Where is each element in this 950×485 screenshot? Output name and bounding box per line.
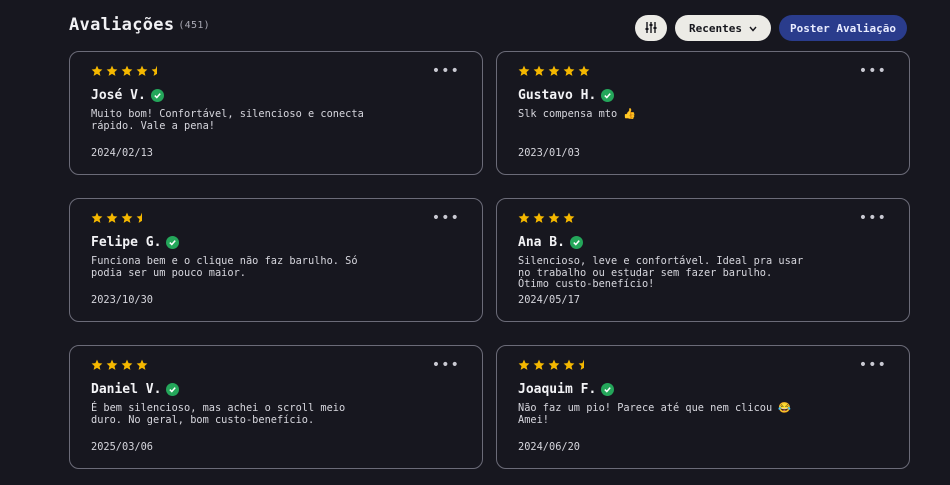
star-rating [91,212,148,224]
half-star-icon [578,359,590,371]
star-icon [563,212,575,224]
sort-label: Recentes [689,21,743,35]
ellipsis-icon[interactable]: ••• [432,64,460,78]
author-name: Gustavo H. [518,88,597,103]
page-title: Avaliações (451) [69,15,210,35]
star-rating [91,359,148,371]
review-card: ••• Felipe G. Funciona bem e o clique não … [69,198,483,322]
review-text: É bem silencioso, mas achei o scroll mei… [91,402,346,426]
star-icon [121,65,133,77]
verified-check-icon [601,383,615,396]
review-date: 2024/02/13 [91,147,153,159]
review-card: ••• Daniel V. É bem silencioso, mas achei … [69,345,483,469]
ellipsis-icon[interactable]: ••• [859,64,887,78]
review-date: 2023/10/30 [91,294,153,306]
half-star-icon [136,212,148,224]
reviews-header: Avaliações (451) Recentes Poster Avaliaç… [69,12,907,46]
sliders-icon [644,19,658,38]
verified-check-icon [166,383,180,396]
ellipsis-icon[interactable]: ••• [432,358,460,372]
star-icon [533,212,545,224]
ellipsis-icon[interactable]: ••• [432,211,460,225]
review-author: Daniel V. [91,382,180,397]
star-icon [106,359,118,371]
review-text: Muito bom! Confortável, silencioso e con… [91,108,364,132]
review-count: (451) [178,20,210,31]
review-card: ••• Ana B. Silencioso, leve e confortável.… [496,198,910,322]
review-author: José V. [91,88,164,103]
review-author: Felipe G. [91,235,180,250]
star-icon [548,65,560,77]
review-card: ••• José V. Muito bom! Confortável, silenc… [69,51,483,175]
verified-check-icon [569,236,583,249]
star-rating [518,359,590,371]
author-name: Daniel V. [91,382,162,397]
post-review-button[interactable]: Poster Avaliação [779,15,907,41]
sort-dropdown[interactable]: Recentes [675,15,772,41]
review-card: ••• Joaquim F. Não faz um pio! Parece até … [496,345,910,469]
review-text: Silencioso, leve e confortável. Ideal pr… [518,255,804,290]
star-icon [91,212,103,224]
star-icon [121,212,133,224]
star-rating [518,65,590,77]
chevron-down-icon [749,22,757,35]
star-icon [91,359,103,371]
review-card: ••• Gustavo H. Slk compensa mto 👍 2023/01/0… [496,51,910,175]
verified-check-icon [601,89,615,102]
star-icon [533,65,545,77]
review-text: Slk compensa mto 👍 [518,108,637,120]
review-author: Gustavo H. [518,88,615,103]
review-date: 2024/06/20 [518,441,580,453]
star-icon [136,359,148,371]
star-icon [106,212,118,224]
author-name: Joaquim F. [518,382,597,397]
review-date: 2023/01/03 [518,147,580,159]
filter-button[interactable] [635,15,668,41]
star-icon [136,65,148,77]
star-icon [563,359,575,371]
review-controls: Recentes Poster Avaliação [635,15,907,41]
star-icon [578,65,590,77]
review-text: Funciona bem e o clique não faz barulho.… [91,255,358,279]
ellipsis-icon[interactable]: ••• [859,358,887,372]
author-name: José V. [91,88,146,103]
review-date: 2024/05/17 [518,294,580,306]
star-icon [533,359,545,371]
reviews-title: Avaliações [69,15,175,35]
author-name: Felipe G. [91,235,162,250]
star-icon [548,212,560,224]
half-star-icon [151,65,163,77]
star-icon [548,359,560,371]
star-icon [121,359,133,371]
star-icon [518,359,530,371]
star-icon [563,65,575,77]
review-author: Joaquim F. [518,382,615,397]
star-icon [518,212,530,224]
star-icon [106,65,118,77]
ellipsis-icon[interactable]: ••• [859,211,887,225]
review-author: Ana B. [518,235,583,250]
star-rating [91,65,163,77]
verified-check-icon [150,89,164,102]
verified-check-icon [166,236,180,249]
author-name: Ana B. [518,235,565,250]
star-icon [91,65,103,77]
review-date: 2025/03/06 [91,441,153,453]
review-text: Não faz um pio! Parece até que nem clico… [518,402,792,426]
star-rating [518,212,575,224]
star-icon [518,65,530,77]
